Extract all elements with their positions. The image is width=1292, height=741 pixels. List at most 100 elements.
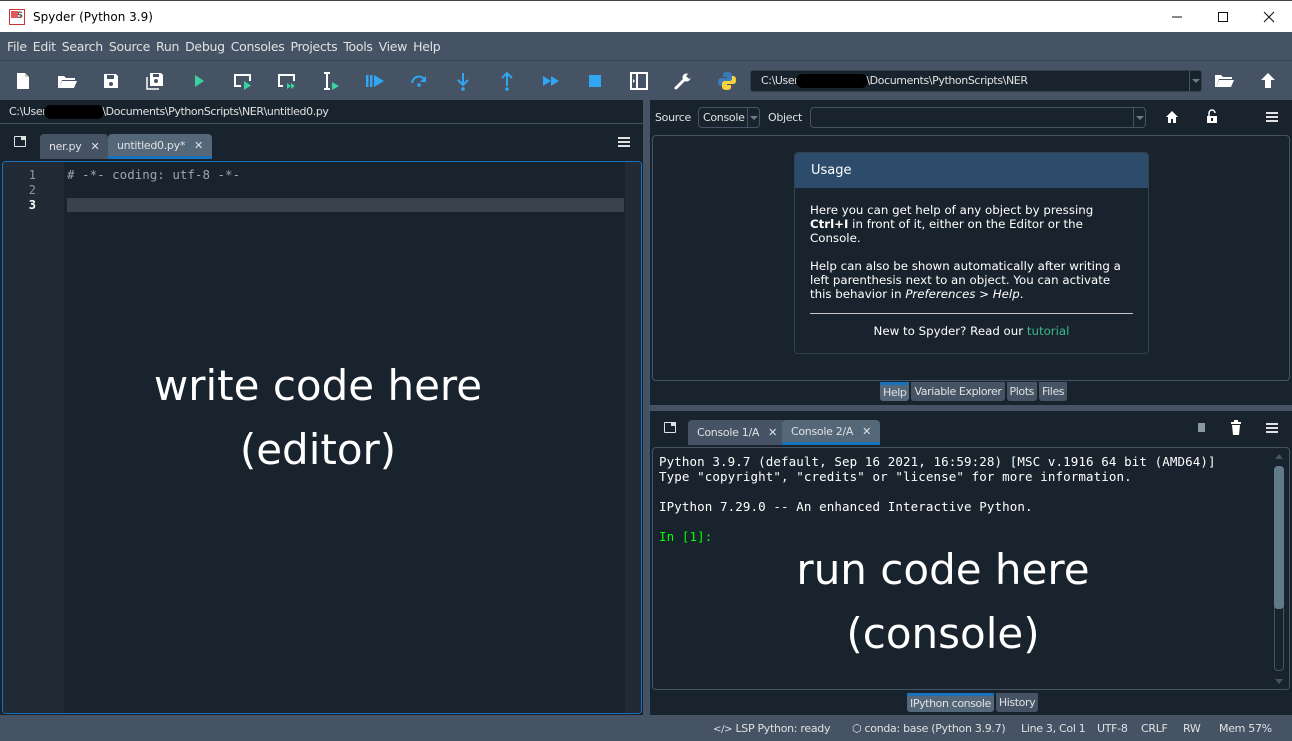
vertical-splitter[interactable] bbox=[643, 100, 650, 715]
stop-debug-button[interactable] bbox=[583, 69, 607, 93]
lock-button[interactable] bbox=[1205, 109, 1219, 127]
line-number: 1 bbox=[28, 168, 36, 182]
tab-label: Console 1/A bbox=[697, 426, 760, 439]
tab-variable-explorer[interactable]: Variable Explorer bbox=[911, 382, 1005, 401]
save-all-button[interactable] bbox=[143, 69, 167, 93]
preferences-button[interactable] bbox=[671, 69, 695, 93]
run-cell-advance-button[interactable] bbox=[275, 69, 299, 93]
chevron-down-icon bbox=[747, 108, 759, 127]
console-annotation: run code here (console) bbox=[753, 538, 1133, 666]
console-tab-1[interactable]: Console 1/A ✕ bbox=[688, 420, 787, 445]
console-output-line: Type "copyright", "credits" or "license"… bbox=[659, 469, 1132, 484]
tutorial-link[interactable]: tutorial bbox=[1027, 324, 1070, 338]
ipython-console[interactable]: Python 3.9.7 (default, Sep 16 2021, 16:5… bbox=[652, 447, 1290, 690]
memory-usage: Mem 57% bbox=[1219, 722, 1272, 735]
console-scrollbar[interactable] bbox=[1273, 454, 1285, 684]
editor-scrollbar[interactable] bbox=[625, 162, 641, 713]
run-cell-button[interactable] bbox=[231, 69, 255, 93]
help-options-menu-icon[interactable] bbox=[1266, 112, 1278, 122]
menu-consoles[interactable]: Consoles bbox=[228, 39, 288, 54]
run-file-button[interactable] bbox=[187, 69, 211, 93]
menu-run[interactable]: Run bbox=[153, 39, 182, 54]
continue-icon bbox=[543, 76, 559, 86]
step-into-button[interactable] bbox=[451, 69, 475, 93]
status-bar: </> LSP Python: ready ⬡ conda: base (Pyt… bbox=[0, 715, 1292, 741]
close-tab-icon[interactable]: ✕ bbox=[768, 426, 777, 439]
tab-ipython-console[interactable]: IPython console bbox=[907, 693, 994, 712]
line-number-current: 3 bbox=[28, 198, 36, 212]
save-file-button[interactable] bbox=[99, 69, 123, 93]
tab-plots[interactable]: Plots bbox=[1006, 382, 1037, 401]
close-button[interactable] bbox=[1246, 1, 1292, 32]
close-tab-icon[interactable]: ✕ bbox=[862, 425, 871, 438]
console-tab-2[interactable]: Console 2/A ✕ bbox=[782, 420, 881, 445]
maximize-pane-button[interactable] bbox=[627, 69, 651, 93]
usage-body: Here you can get help of any object by p… bbox=[795, 188, 1148, 338]
chevron-down-icon bbox=[1133, 108, 1145, 127]
editor-tab-ner-py[interactable]: ner.py ✕ bbox=[40, 134, 109, 159]
step-into-icon bbox=[457, 73, 469, 91]
editor-options-menu-icon[interactable] bbox=[618, 137, 630, 147]
pythonpath-manager-button[interactable] bbox=[715, 69, 739, 93]
menu-file[interactable]: File bbox=[4, 39, 30, 54]
console-options-menu-icon[interactable] bbox=[1266, 423, 1278, 433]
browse-directory-button[interactable] bbox=[1212, 69, 1236, 93]
lsp-icon: </> bbox=[713, 724, 733, 735]
menu-source[interactable]: Source bbox=[106, 39, 153, 54]
maximize-button[interactable] bbox=[1200, 1, 1246, 32]
title-bar: S Spyder (Python 3.9) bbox=[0, 0, 1292, 32]
step-return-icon bbox=[501, 71, 513, 91]
minimize-button[interactable] bbox=[1154, 1, 1200, 32]
conda-env-status[interactable]: ⬡ conda: base (Python 3.9.7) bbox=[852, 722, 1006, 735]
run-selection-button[interactable] bbox=[319, 69, 343, 93]
lock-icon bbox=[1207, 109, 1217, 123]
editor-tab-untitled0-py[interactable]: untitled0.py* ✕ bbox=[108, 134, 212, 159]
menu-projects[interactable]: Projects bbox=[287, 39, 340, 54]
main-toolbar: C:\User \Documents\PythonScripts\NER bbox=[0, 60, 1292, 100]
scroll-thumb[interactable] bbox=[1274, 466, 1284, 609]
parent-directory-button[interactable] bbox=[1256, 69, 1280, 93]
tab-label: untitled0.py* bbox=[117, 138, 186, 152]
debug-file-button[interactable] bbox=[363, 69, 387, 93]
menu-debug[interactable]: Debug bbox=[182, 39, 228, 54]
step-over-button[interactable] bbox=[407, 69, 431, 93]
tab-files[interactable]: Files bbox=[1039, 382, 1068, 401]
menu-search[interactable]: Search bbox=[59, 39, 106, 54]
close-tab-icon[interactable]: ✕ bbox=[90, 140, 99, 153]
new-file-icon bbox=[17, 73, 29, 89]
close-tab-icon[interactable]: ✕ bbox=[194, 139, 203, 152]
continue-button[interactable] bbox=[539, 69, 563, 93]
editor-annotation: write code here (editor) bbox=[103, 354, 533, 482]
menu-edit[interactable]: Edit bbox=[30, 39, 59, 54]
menu-view[interactable]: View bbox=[376, 39, 410, 54]
run-selection-icon bbox=[324, 72, 339, 90]
annotation-line: run code here bbox=[796, 545, 1090, 594]
step-return-button[interactable] bbox=[495, 69, 519, 93]
object-combo[interactable] bbox=[810, 107, 1146, 128]
divider bbox=[810, 313, 1133, 314]
menu-tools[interactable]: Tools bbox=[340, 39, 375, 54]
annotation-line: (editor) bbox=[239, 425, 397, 474]
source-combo[interactable]: Console bbox=[698, 107, 760, 128]
tab-help[interactable]: Help bbox=[880, 382, 910, 401]
working-directory-combo[interactable]: C:\User \Documents\PythonScripts\NER bbox=[750, 70, 1202, 92]
clear-console-button[interactable] bbox=[1230, 420, 1242, 439]
console-output-line: IPython 7.29.0 -- An enhanced Interactiv… bbox=[659, 499, 1033, 514]
menu-help[interactable]: Help bbox=[410, 39, 443, 54]
code-line: # -*- coding: utf-8 -*- bbox=[67, 167, 241, 182]
code-editor[interactable]: 1 2 3 # -*- coding: utf-8 -*- write code… bbox=[2, 161, 642, 714]
console-output-line: Python 3.9.7 (default, Sep 16 2021, 16:5… bbox=[659, 454, 1216, 469]
home-button[interactable] bbox=[1165, 110, 1179, 127]
scroll-down-arrow-icon[interactable] bbox=[1275, 679, 1283, 684]
scroll-up-arrow-icon[interactable] bbox=[1275, 454, 1283, 459]
save-all-icon bbox=[146, 73, 163, 90]
tab-history[interactable]: History bbox=[995, 693, 1039, 712]
open-file-button[interactable] bbox=[55, 69, 79, 93]
undock-pane-icon[interactable] bbox=[14, 136, 26, 147]
menu-bar: File Edit Search Source Run Debug Consol… bbox=[0, 32, 1292, 60]
undock-pane-icon[interactable] bbox=[664, 422, 676, 433]
maximize-pane-icon bbox=[630, 72, 648, 90]
chevron-down-icon[interactable] bbox=[1189, 71, 1201, 91]
stop-kernel-icon[interactable] bbox=[1198, 423, 1205, 432]
new-file-button[interactable] bbox=[11, 69, 35, 93]
